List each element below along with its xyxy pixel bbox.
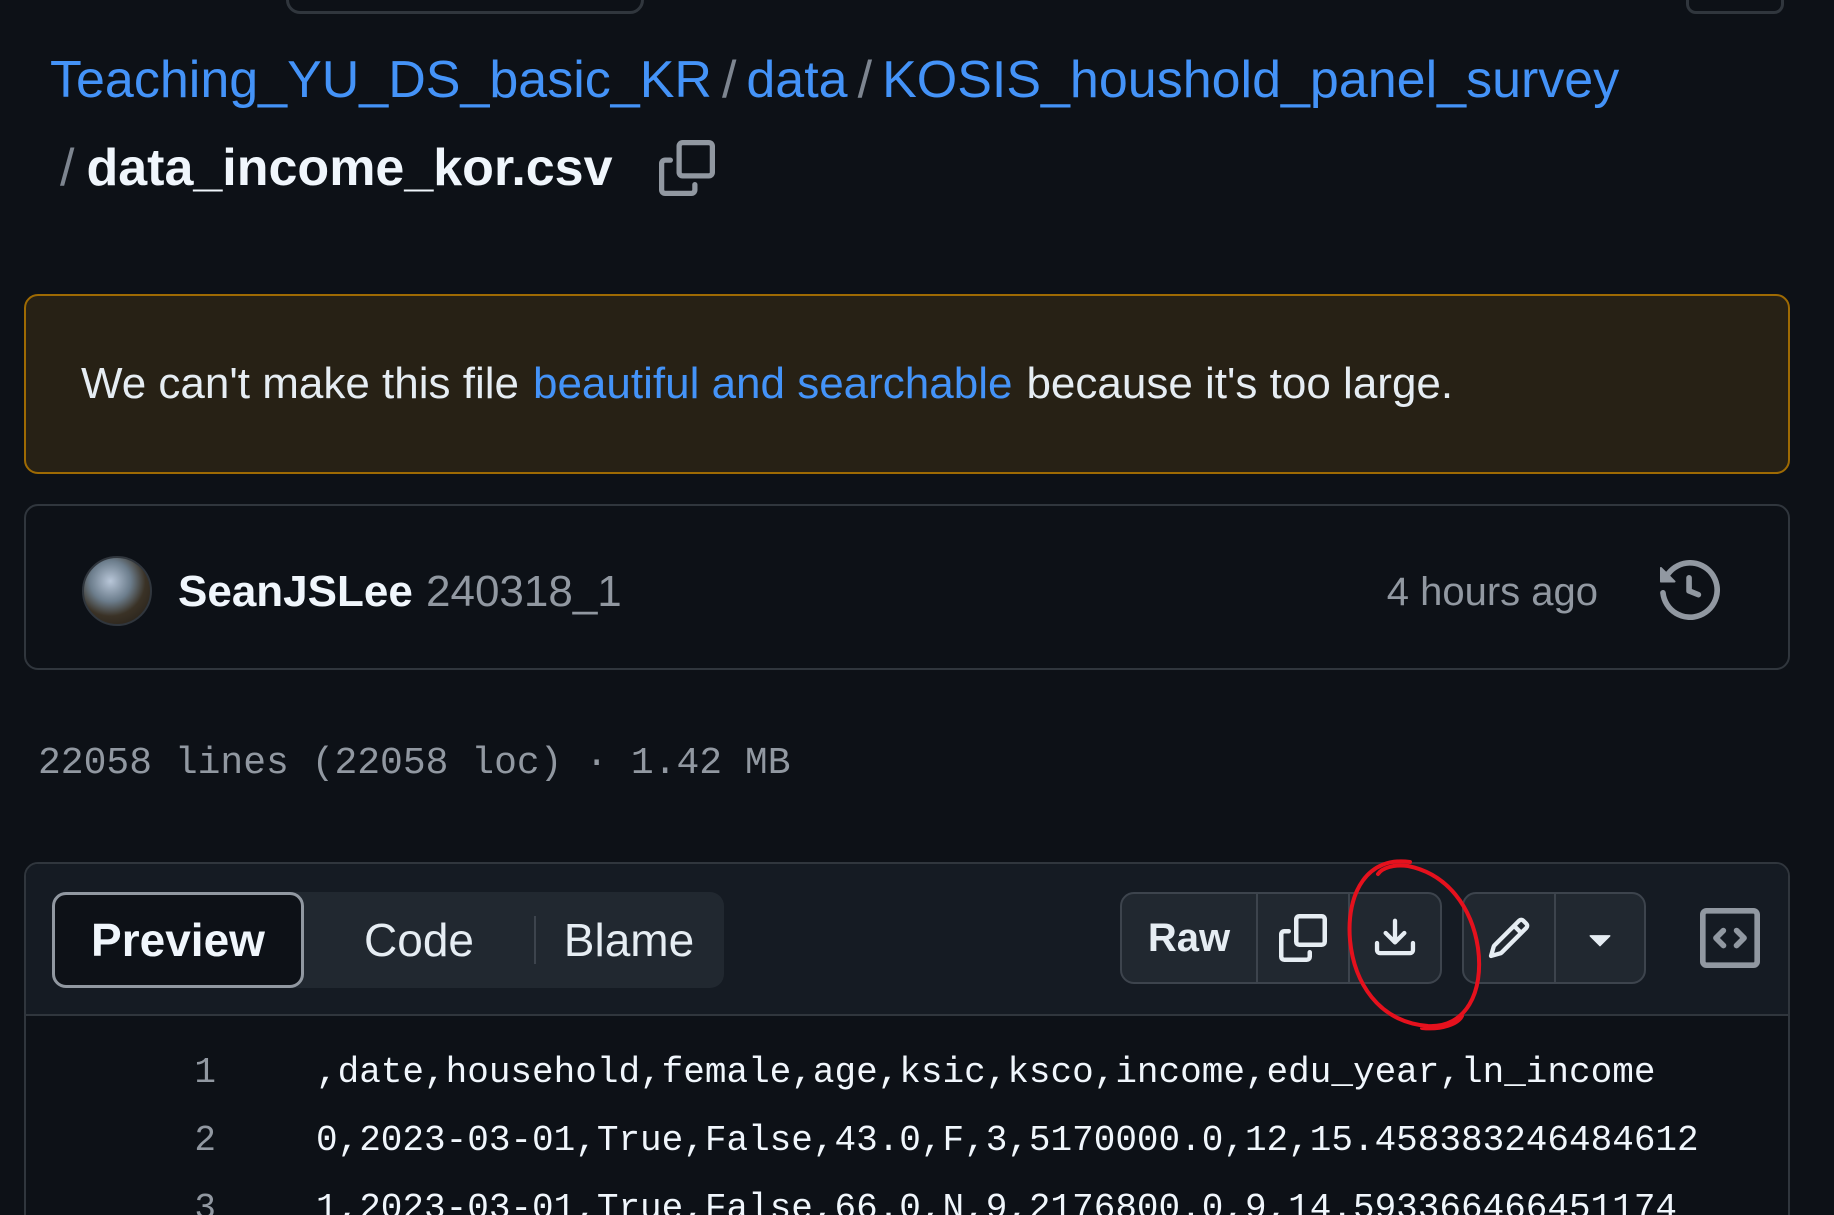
file-name: data_income_kor.csv [86, 139, 613, 197]
file-actions-group: Raw [1120, 892, 1442, 984]
view-mode-segmented-control: Preview Code Blame [52, 892, 724, 988]
tab-preview[interactable]: Preview [52, 892, 304, 988]
viewer-toolbar: Preview Code Blame Raw [26, 864, 1788, 1016]
copy-raw-button[interactable] [1256, 894, 1348, 982]
code-line: 3 1,2023-03-01,True,False,66.0,N,9,21768… [26, 1174, 1788, 1215]
file-stats: 22058 lines (22058 loc) · 1.42 MB [38, 742, 791, 785]
line-number[interactable]: 1 [26, 1052, 216, 1093]
commit-message[interactable]: 240318_1 [426, 566, 622, 618]
history-button[interactable] [1660, 559, 1721, 621]
top-button-partial[interactable] [1686, 0, 1784, 14]
code-line: 1 ,date,household,female,age,ksic,ksco,i… [26, 1038, 1788, 1106]
beautiful-searchable-link[interactable]: beautiful and searchable [533, 359, 1012, 409]
top-tab-partial[interactable] [286, 0, 644, 14]
breadcrumb-repo-link[interactable]: Teaching_YU_DS_basic_KR [50, 51, 712, 109]
triangle-down-icon [1589, 935, 1611, 947]
code-square-icon [1700, 908, 1760, 968]
line-number[interactable]: 3 [26, 1188, 216, 1215]
code-line: 2 0,2023-03-01,True,False,43.0,F,3,51700… [26, 1106, 1788, 1174]
file-viewer: Preview Code Blame Raw 1 ,date,household… [24, 862, 1790, 1215]
breadcrumb-separator: / [721, 51, 737, 109]
copy-icon [1279, 914, 1327, 962]
line-number[interactable]: 2 [26, 1120, 216, 1161]
large-file-warning: We can't make this file beautiful and se… [24, 294, 1790, 474]
download-raw-button[interactable] [1348, 894, 1440, 982]
line-text: ,date,household,female,age,ksic,ksco,inc… [316, 1051, 1656, 1093]
warning-text-after: because it's too large. [1026, 359, 1454, 408]
line-text: 0,2023-03-01,True,False,43.0,F,3,5170000… [316, 1119, 1699, 1161]
pencil-icon [1488, 917, 1530, 959]
download-icon [1374, 918, 1416, 956]
line-text: 1,2023-03-01,True,False,66.0,N,9,2176800… [316, 1187, 1678, 1215]
commit-time: 4 hours ago [1386, 570, 1598, 614]
breadcrumb-separator: / [857, 51, 873, 109]
copy-icon [658, 140, 715, 196]
latest-commit: SeanJSLee 240318_1 4 hours ago [24, 504, 1790, 670]
code-body: 1 ,date,household,female,age,ksic,ksco,i… [26, 1016, 1788, 1215]
breadcrumb-file: / data_income_kor.csv [60, 132, 715, 204]
breadcrumb-data-link[interactable]: data [746, 51, 847, 109]
breadcrumb-folder-link[interactable]: KOSIS_houshold_panel_survey [882, 51, 1619, 109]
edit-actions-group [1462, 892, 1646, 984]
breadcrumb-separator: / [60, 139, 75, 197]
warning-text-before: We can't make this file [81, 359, 519, 408]
copy-path-button[interactable] [658, 140, 715, 196]
history-icon [1660, 559, 1721, 621]
commit-author[interactable]: SeanJSLee [178, 566, 413, 618]
edit-file-button[interactable] [1464, 894, 1554, 982]
symbols-panel-button[interactable] [1692, 900, 1768, 976]
tab-code[interactable]: Code [304, 892, 534, 988]
more-edit-options-button[interactable] [1554, 894, 1644, 982]
author-avatar[interactable] [82, 556, 152, 626]
tab-blame[interactable]: Blame [534, 892, 724, 988]
breadcrumb: Teaching_YU_DS_basic_KR / data / KOSIS_housh… [50, 44, 1619, 116]
raw-button[interactable]: Raw [1122, 894, 1256, 982]
